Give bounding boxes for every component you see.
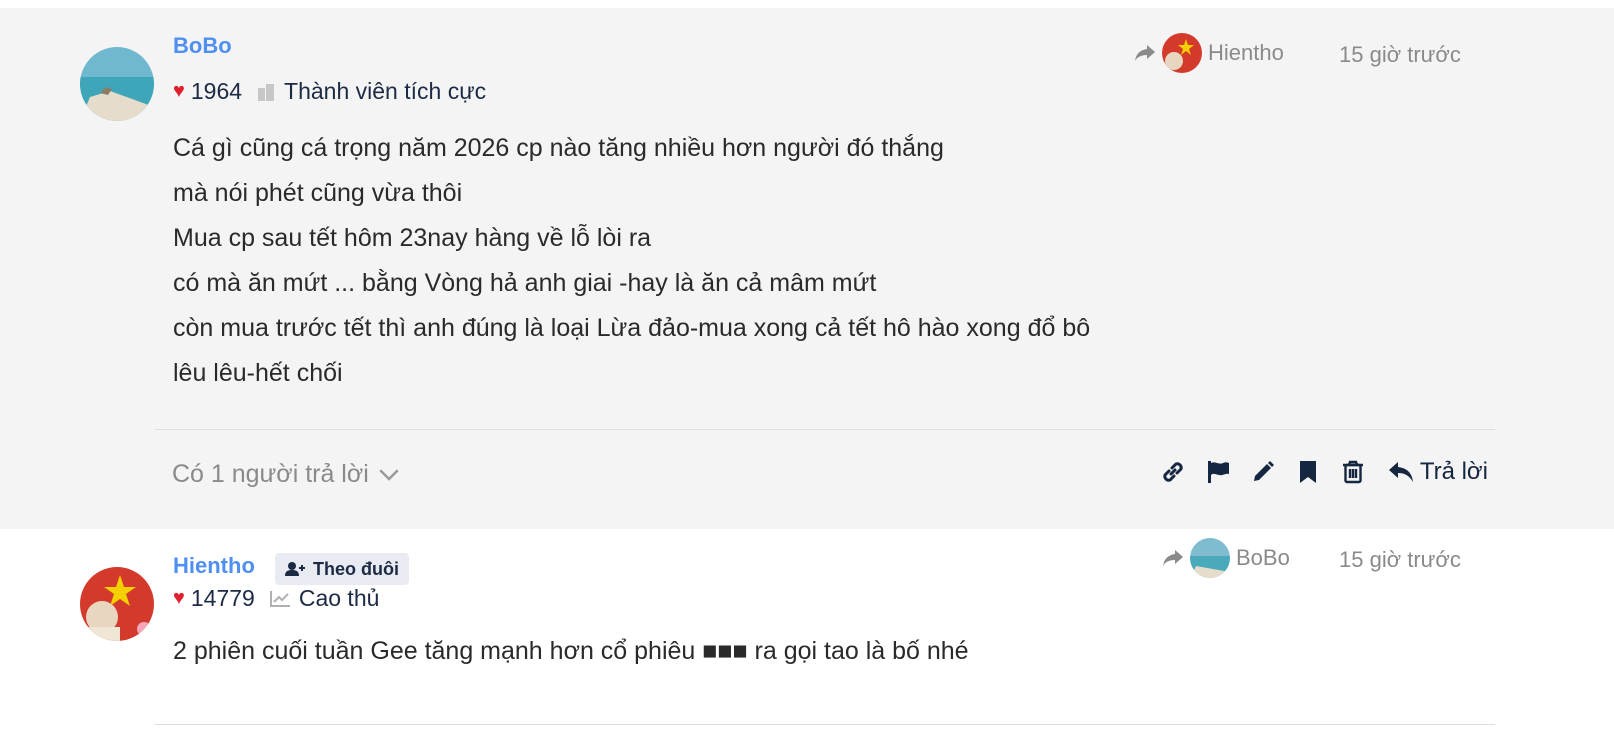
comment-line: lêu lêu-hết chối [173, 359, 343, 387]
divider [155, 429, 1495, 430]
comment-hientho: Hientho Theo đuôi ♥ 14779 Cao thủ BoBo 1… [0, 529, 1614, 730]
reply-button[interactable]: Trả lời [1388, 458, 1488, 486]
rank-label: Cao thủ [298, 585, 380, 611]
author-name[interactable]: BoBo [173, 33, 232, 59]
chart-line-icon [269, 590, 291, 608]
reply-label: Trả lời [1419, 458, 1488, 485]
trash-icon[interactable] [1340, 459, 1366, 485]
share-arrow-icon [1162, 549, 1184, 567]
comment-line: 2 phiên cuối tuần Gee tăng mạnh hơn cổ p… [173, 637, 969, 665]
replies-toggle[interactable]: Có 1 người trả lời [172, 460, 399, 489]
timestamp: 15 giờ trước [1339, 42, 1461, 67]
avatar[interactable] [80, 47, 154, 121]
likes-count: 14779 [190, 585, 255, 611]
avatar[interactable] [80, 567, 154, 641]
author-meta: ♥ 14779 Cao thủ [173, 585, 379, 612]
flag-icon[interactable] [1205, 459, 1231, 485]
comment-actions: Trả lời [1141, 458, 1488, 486]
building-icon [256, 82, 276, 102]
reply-to[interactable]: BoBo [1162, 538, 1290, 578]
comment-body: Cá gì cũng cá trọng năm 2026 cp nào tăng… [173, 126, 1090, 396]
replies-count-label: Có 1 người trả lời [172, 460, 369, 488]
reply-icon [1388, 462, 1413, 482]
comment-body: 2 phiên cuối tuần Gee tăng mạnh hơn cổ p… [173, 629, 969, 674]
user-plus-icon [285, 562, 305, 576]
pencil-icon[interactable] [1250, 459, 1276, 485]
comment-line: Mua cp sau tết hôm 23nay hàng về lỗ lòi … [173, 224, 652, 252]
author-meta: ♥ 1964 Thành viên tích cực [173, 78, 486, 105]
likes-count: 1964 [190, 78, 243, 104]
heart-icon: ♥ [173, 587, 185, 609]
bookmark-icon[interactable] [1295, 459, 1321, 485]
reply-to-avatar [1162, 33, 1202, 73]
timestamp: 15 giờ trước [1339, 547, 1461, 572]
reply-to-avatar [1190, 538, 1230, 578]
share-arrow-icon [1134, 44, 1156, 62]
author-name[interactable]: Hientho [173, 553, 255, 579]
link-icon[interactable] [1160, 459, 1186, 485]
comment-line: có mà ăn mứt ... bằng Vòng hả anh giai -… [173, 269, 877, 297]
follow-label: Theo đuôi [313, 558, 399, 579]
heart-icon: ♥ [173, 80, 185, 102]
divider [155, 724, 1495, 725]
comment-line: còn mua trước tết thì anh đúng là loại L… [173, 314, 1091, 342]
reply-to-name: Hientho [1208, 40, 1284, 65]
reply-to-name: BoBo [1236, 545, 1290, 570]
comment-line: Cá gì cũng cá trọng năm 2026 cp nào tăng… [173, 134, 944, 162]
chevron-down-icon [379, 468, 399, 482]
comment-line: mà nói phét cũng vừa thôi [173, 179, 463, 207]
follow-button[interactable]: Theo đuôi [275, 553, 409, 585]
rank-label: Thành viên tích cực [284, 78, 487, 104]
comment-bobo: BoBo ♥ 1964 Thành viên tích cực Hientho … [0, 8, 1614, 529]
reply-to[interactable]: Hientho [1134, 33, 1284, 73]
